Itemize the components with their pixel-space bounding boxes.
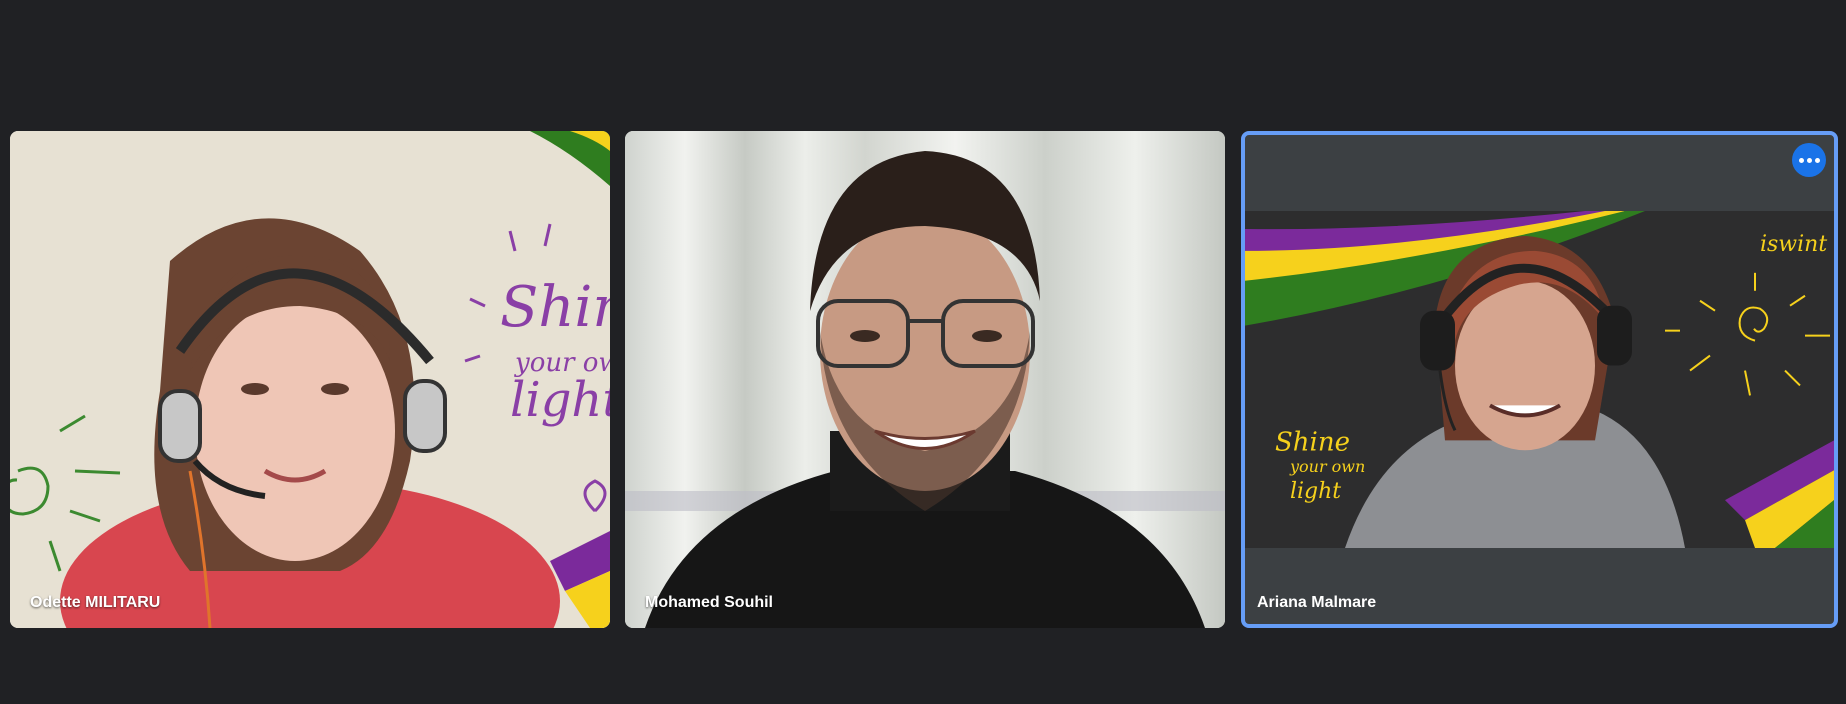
brand-logo-text: iswint: [1760, 232, 1827, 257]
svg-text:your own: your own: [1289, 457, 1365, 476]
svg-text:light: light: [510, 372, 610, 428]
participant-video: iswint Shine your own light: [1245, 211, 1834, 548]
participant-video: Shin your ow light: [10, 131, 610, 628]
participant-tile-ariana[interactable]: iswint Shine your own light Ariana Malma…: [1241, 131, 1838, 628]
participant-tile-odette[interactable]: Shin your ow light: [10, 131, 610, 628]
svg-text:light: light: [1290, 479, 1341, 504]
shine-text-bg: Shine: [1275, 427, 1350, 457]
more-horiz-icon: [1798, 157, 1804, 163]
participant-name: Mohamed Souhil: [645, 594, 773, 611]
participant-name: Odette MILITARU: [30, 594, 161, 611]
participant-tile-mohamed[interactable]: Mohamed Souhil: [625, 131, 1225, 628]
participant-video: [625, 131, 1225, 628]
participant-name: Ariana Malmare: [1257, 594, 1377, 611]
more-options-button[interactable]: [1792, 143, 1826, 177]
shine-text-bg: Shin: [500, 275, 610, 340]
